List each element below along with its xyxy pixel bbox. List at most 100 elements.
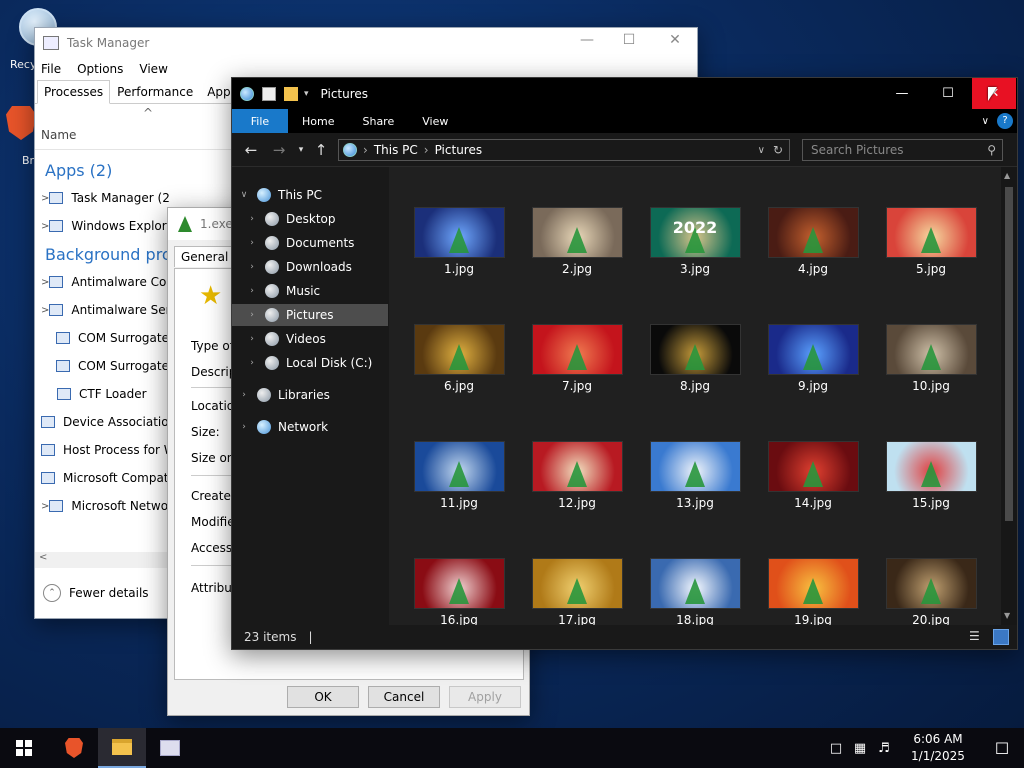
forward-arrow-icon[interactable]: →	[268, 141, 290, 159]
minimize-icon[interactable]: —	[567, 32, 607, 48]
file-item[interactable]: 2.jpg	[529, 207, 625, 276]
chevron-right-icon[interactable]: ›	[246, 238, 258, 248]
expand-down-icon[interactable]: ∨	[238, 190, 250, 200]
file-item[interactable]: 19.jpg	[765, 558, 861, 625]
chevron-right-icon[interactable]: ›	[246, 286, 258, 296]
process-row[interactable]: COM Surrogate	[35, 352, 169, 380]
file-item[interactable]: 16.jpg	[411, 558, 507, 625]
nav-item-music[interactable]: › Music	[246, 280, 402, 302]
search-input[interactable]: Search Pictures ⚲	[802, 139, 1003, 161]
breadcrumb-pictures[interactable]: Pictures	[435, 143, 483, 157]
file-item[interactable]: 7.jpg	[529, 324, 625, 393]
process-row[interactable]: > Windows Explorer	[35, 212, 169, 240]
ok-button[interactable]: OK	[287, 686, 359, 708]
customize-qat-icon[interactable]: ▾	[304, 89, 309, 99]
apply-button[interactable]: Apply	[449, 686, 521, 708]
cancel-button[interactable]: Cancel	[368, 686, 440, 708]
tab-performance[interactable]: Performance	[110, 80, 200, 103]
scroll-down-icon[interactable]: ▼	[1004, 611, 1010, 620]
file-item[interactable]: 6.jpg	[411, 324, 507, 393]
horizontal-scrollbar[interactable]: <	[35, 552, 169, 568]
nav-item-videos[interactable]: › Videos	[246, 328, 402, 350]
taskbar-brave[interactable]	[50, 728, 98, 768]
process-row[interactable]: Host Process for Windows Tasks	[35, 436, 169, 464]
file-item[interactable]: 14.jpg	[765, 441, 861, 510]
file-item[interactable]: 8.jpg	[647, 324, 743, 393]
brave-desktop-icon[interactable]: Br	[6, 106, 36, 167]
nav-item-network[interactable]: › Network	[238, 416, 394, 438]
ribbon-tab-view[interactable]: View	[408, 109, 462, 133]
taskbar-file-explorer[interactable]	[98, 728, 146, 768]
menu-options[interactable]: Options	[77, 62, 123, 76]
new-folder-quick-icon[interactable]	[284, 86, 298, 101]
file-item[interactable]: 4.jpg	[765, 207, 861, 276]
vertical-scrollbar[interactable]: ▲ ▼	[1001, 167, 1017, 625]
chevron-right-icon[interactable]: ›	[246, 334, 258, 344]
nav-item-documents[interactable]: › Documents	[246, 232, 402, 254]
file-item[interactable]: 12.jpg	[529, 441, 625, 510]
chevron-right-icon[interactable]: ›	[238, 422, 250, 432]
ribbon-tab-home[interactable]: Home	[288, 109, 348, 133]
ribbon-tab-share[interactable]: Share	[348, 109, 408, 133]
clock[interactable]: 6:06 AM 1/1/2025	[896, 731, 980, 765]
volume-icon[interactable]: ♬	[872, 741, 896, 756]
file-item[interactable]: 20.jpg	[883, 558, 979, 625]
maximize-icon[interactable]: ☐	[609, 32, 649, 48]
chevron-down-icon[interactable]: ∨	[982, 116, 989, 127]
process-row[interactable]: > Antimalware Service Executable	[35, 296, 169, 324]
fewer-details-button[interactable]: ⌃ Fewer details	[35, 568, 175, 618]
file-item[interactable]: 18.jpg	[647, 558, 743, 625]
breadcrumb-this-pc[interactable]: This PC	[374, 143, 418, 157]
nav-item-this-pc[interactable]: ∨ This PC	[238, 184, 394, 206]
taskbar-task-manager[interactable]	[146, 728, 194, 768]
tab-general[interactable]: General	[174, 246, 236, 267]
chevron-right-icon[interactable]: ›	[246, 358, 258, 368]
expand-icon[interactable]: >	[41, 501, 49, 512]
chevron-right-icon[interactable]: ›	[246, 262, 258, 272]
tab-processes[interactable]: Processes	[37, 80, 111, 104]
menu-file[interactable]: File	[41, 62, 61, 76]
process-row[interactable]: > Microsoft Network Realtime	[35, 492, 169, 520]
notifications-icon[interactable]: ☐	[980, 739, 1024, 758]
nav-item-pictures[interactable]: › Pictures	[232, 304, 388, 326]
start-button[interactable]	[0, 728, 48, 768]
scroll-up-icon[interactable]: ▲	[1004, 171, 1010, 180]
nav-item-local-disk[interactable]: › Local Disk (C:)	[246, 352, 402, 374]
chevron-right-icon[interactable]: ›	[238, 390, 250, 400]
nav-item-downloads[interactable]: › Downloads	[246, 256, 402, 278]
chevron-right-icon[interactable]: ›	[246, 214, 258, 224]
process-row[interactable]: > Task Manager (2)	[35, 184, 169, 212]
menu-view[interactable]: View	[139, 62, 167, 76]
tray-overflow-icon[interactable]: □	[824, 741, 848, 756]
file-item[interactable]: 2022 3.jpg	[647, 207, 743, 276]
file-item[interactable]: 13.jpg	[647, 441, 743, 510]
process-row[interactable]: Device Association Framework	[35, 408, 169, 436]
process-row[interactable]: Microsoft Compatibility	[35, 464, 169, 492]
expand-icon[interactable]: >	[41, 221, 49, 232]
process-row[interactable]: COM Surrogate	[35, 324, 169, 352]
file-item[interactable]: 1.jpg	[411, 207, 507, 276]
expand-icon[interactable]: >	[41, 277, 49, 288]
chevron-right-icon[interactable]: ›	[246, 310, 258, 320]
address-box[interactable]: › This PC › Pictures ∨ ↻	[338, 139, 790, 161]
up-arrow-icon[interactable]: ↑	[310, 141, 332, 159]
nav-item-libraries[interactable]: › Libraries	[238, 384, 394, 406]
recent-locations-icon[interactable]: ▾	[294, 145, 308, 155]
file-item[interactable]: 9.jpg	[765, 324, 861, 393]
process-row[interactable]: CTF Loader	[35, 380, 169, 408]
back-arrow-icon[interactable]: ←	[240, 141, 262, 159]
minimize-icon[interactable]: —	[880, 78, 924, 109]
maximize-icon[interactable]: ☐	[926, 78, 970, 109]
refresh-icon[interactable]: ↻	[773, 143, 783, 157]
nav-item-desktop[interactable]: › Desktop	[246, 208, 402, 230]
details-view-icon[interactable]: ☰	[969, 629, 985, 645]
sort-up-icon[interactable]: ^	[143, 106, 153, 120]
close-icon[interactable]: ✕	[655, 32, 695, 48]
file-item[interactable]: 11.jpg	[411, 441, 507, 510]
ribbon-tab-file[interactable]: File	[232, 109, 288, 133]
file-item[interactable]: 5.jpg	[883, 207, 979, 276]
expand-icon[interactable]: >	[41, 193, 49, 204]
network-icon[interactable]: ▦	[848, 741, 872, 756]
file-item[interactable]: 17.jpg	[529, 558, 625, 625]
scroll-left-icon[interactable]: <	[39, 552, 47, 563]
